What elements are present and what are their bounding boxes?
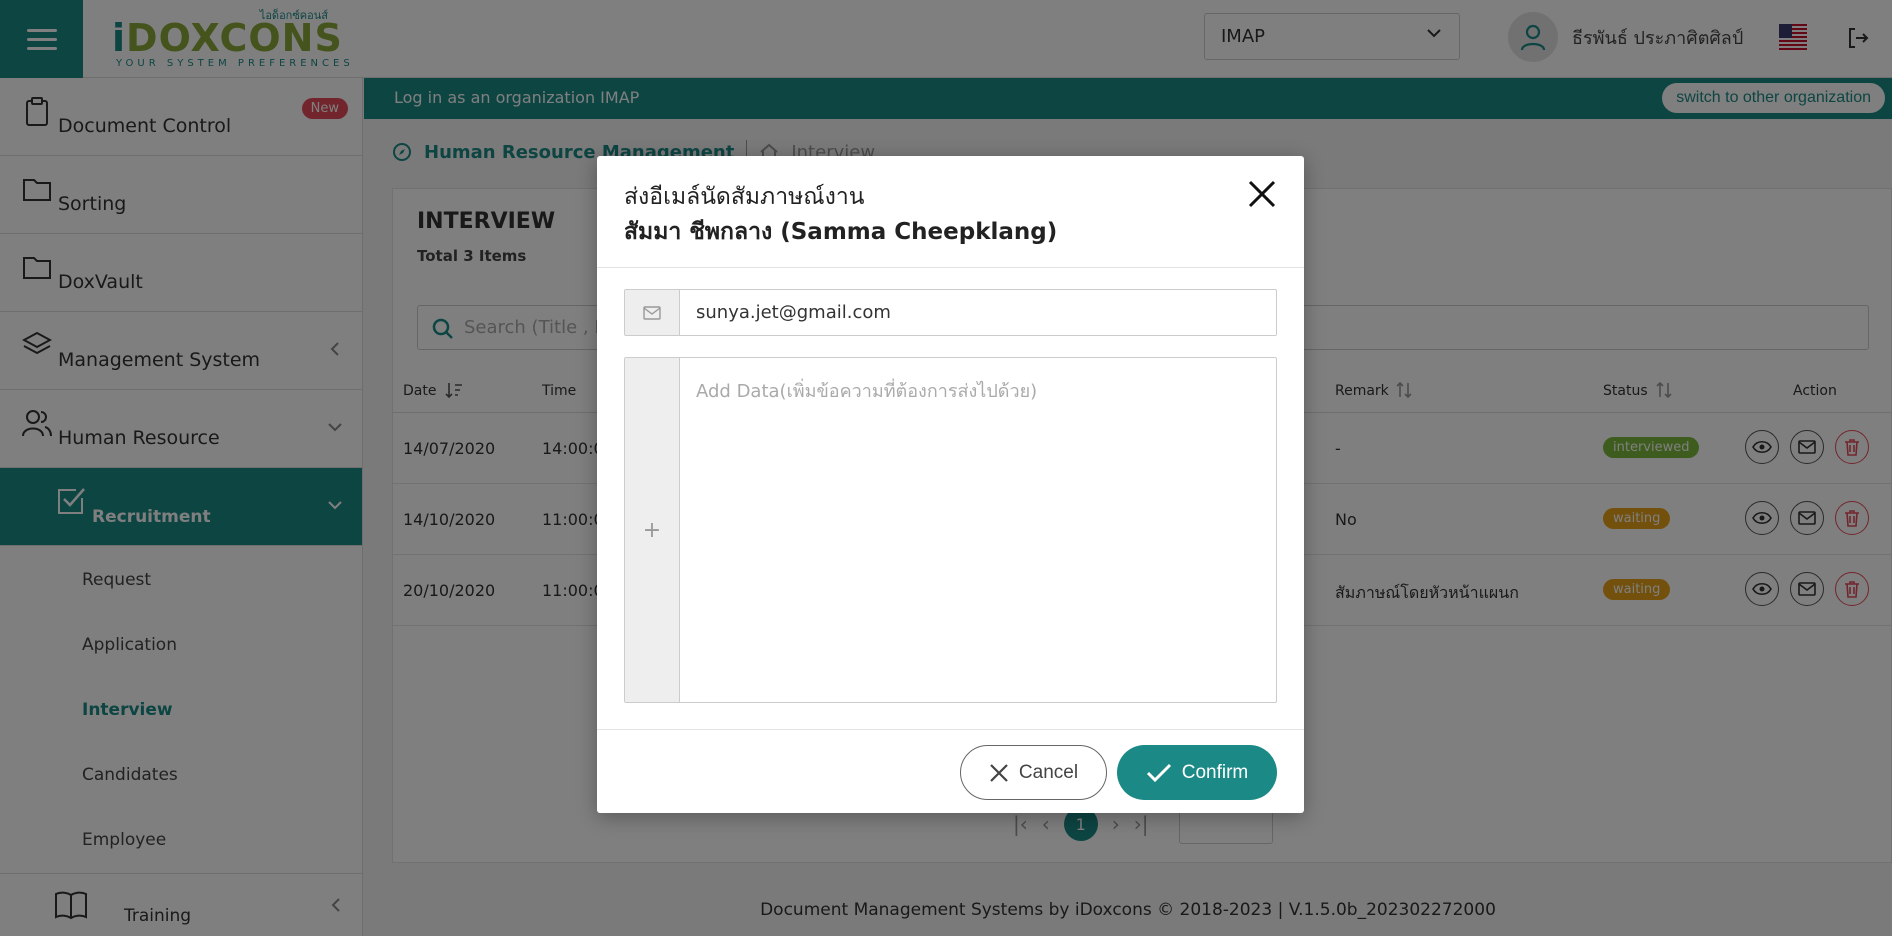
mail-icon <box>643 305 661 320</box>
email-value: sunya.jet@gmail.com <box>696 302 891 323</box>
send-interview-email-dialog: ส่งอีเมล์นัดสัมภาษณ์งาน สัมมา ชีพกลาง (S… <box>597 156 1304 813</box>
close-icon[interactable] <box>1246 178 1278 210</box>
confirm-button[interactable]: Confirm <box>1117 745 1277 800</box>
dialog-title-line1: ส่งอีเมล์นัดสัมภาษณ์งาน <box>624 184 865 210</box>
dialog-title-line2: สัมมา ชีพกลาง (Samma Cheepklang) <box>624 219 1058 245</box>
check-icon <box>1146 763 1171 782</box>
close-icon <box>990 763 1008 782</box>
dialog-title: ส่งอีเมล์นัดสัมภาษณ์งาน สัมมา ชีพกลาง (S… <box>624 180 1304 250</box>
dialog-header: ส่งอีเมล์นัดสัมภาษณ์งาน สัมมา ชีพกลาง (S… <box>597 156 1304 268</box>
dialog-footer: Cancel Confirm <box>597 729 1304 813</box>
message-textarea[interactable]: + Add Data(เพิ่มข้อความที่ต้องการส่งไปด้… <box>624 357 1277 703</box>
plus-icon: + <box>625 358 680 702</box>
cancel-label: Cancel <box>1018 761 1079 783</box>
cancel-button[interactable]: Cancel <box>960 745 1107 800</box>
email-addon <box>625 290 680 335</box>
message-placeholder: Add Data(เพิ่มข้อความที่ต้องการส่งไปด้วย… <box>696 381 1038 402</box>
email-field[interactable]: sunya.jet@gmail.com <box>624 289 1277 336</box>
confirm-label: Confirm <box>1181 761 1249 783</box>
